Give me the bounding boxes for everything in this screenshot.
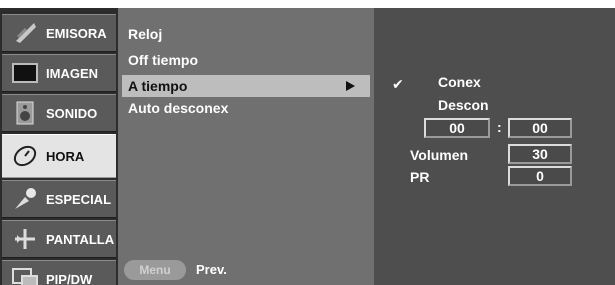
sidebar-item-label: ESPECIAL: [46, 191, 112, 207]
sidebar-item-label: HORA: [46, 148, 85, 164]
detail-panel: ✔ Conex Descon 00 : 00 Volumen 30 PR 0: [374, 8, 615, 285]
option-conex[interactable]: Conex: [438, 74, 481, 90]
sidebar-item-especial[interactable]: ESPECIAL: [2, 180, 116, 218]
satellite-dish-icon: [10, 20, 40, 46]
check-icon: ✔: [392, 76, 404, 92]
speaker-icon: [10, 100, 40, 126]
volume-field[interactable]: 30: [508, 144, 572, 164]
prev-label: Prev.: [196, 262, 227, 277]
sidebar-item-label: EMISORA: [46, 25, 107, 41]
submenu-item-off-tiempo[interactable]: Off tiempo: [128, 52, 198, 68]
menu-button[interactable]: Menu: [124, 260, 186, 280]
sidebar-item-imagen[interactable]: IMAGEN: [2, 54, 116, 92]
sidebar-item-hora[interactable]: HORA: [2, 134, 116, 178]
submenu-panel: Reloj Off tiempo A tiempo Auto desconex …: [118, 8, 374, 285]
time-separator: :: [497, 119, 502, 135]
pip-icon: [10, 266, 40, 285]
sidebar-item-label: IMAGEN: [46, 65, 98, 81]
volume-label: Volumen: [410, 147, 469, 163]
sidebar-item-emisora[interactable]: EMISORA: [2, 14, 116, 52]
sidebar-item-label: PANTALLA: [46, 231, 115, 247]
option-descon[interactable]: Descon: [438, 97, 489, 113]
sidebar-item-sonido[interactable]: SONIDO: [2, 94, 116, 132]
screen-adjust-icon: [10, 226, 40, 252]
arrow-right-icon: [346, 81, 355, 91]
submenu-item-a-tiempo-label: A tiempo: [128, 78, 188, 94]
sidebar-item-label: SONIDO: [46, 105, 98, 121]
sidebar-item-pantalla[interactable]: PANTALLA: [2, 220, 116, 258]
special-icon: [10, 186, 40, 212]
hour-field[interactable]: 00: [424, 118, 490, 138]
pr-label: PR: [410, 169, 430, 185]
sidebar-item-label: PIP/DW: [46, 271, 93, 285]
submenu-item-auto-desconex[interactable]: Auto desconex: [128, 100, 228, 116]
sidebar-item-pipdw[interactable]: PIP/DW: [2, 260, 116, 285]
category-sidebar: EMISORA IMAGEN SONIDO HORA ESPECIAL PANT…: [0, 8, 118, 285]
pr-field[interactable]: 0: [508, 166, 572, 186]
minute-field[interactable]: 00: [508, 118, 572, 138]
submenu-item-reloj[interactable]: Reloj: [128, 26, 162, 42]
clock-icon: [10, 143, 40, 169]
monitor-icon: [10, 60, 40, 86]
